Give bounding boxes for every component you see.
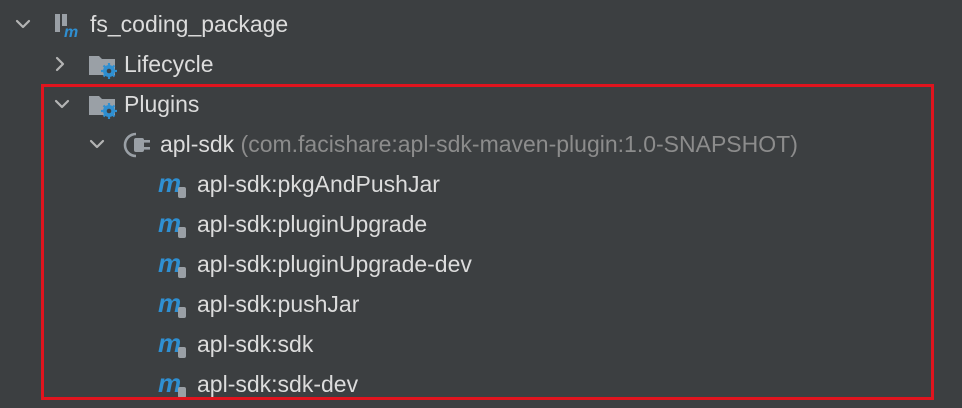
tree-node-label: Lifecycle (124, 51, 214, 77)
goal-label: apl-sdk:pluginUpgrade (197, 211, 428, 237)
svg-text:m: m (158, 170, 181, 198)
svg-text:m: m (158, 210, 181, 238)
tree-node-root[interactable]: m fs_coding_package (0, 4, 962, 44)
plugin-name: apl-sdk (160, 131, 235, 157)
svg-text:m: m (64, 24, 78, 40)
plugin-coordinates: (com.facishare:apl-sdk-maven-plugin:1.0-… (240, 131, 798, 157)
tree-node-goal[interactable]: m apl-sdk:sdk-dev (0, 364, 962, 404)
maven-goal-icon: m (157, 168, 189, 200)
settings-folder-icon (87, 50, 119, 80)
svg-text:m: m (158, 290, 181, 318)
maven-goal-icon: m (157, 368, 189, 400)
tree-node-goal[interactable]: m apl-sdk:sdk (0, 324, 962, 364)
maven-goal-icon: m (157, 288, 189, 320)
svg-text:m: m (158, 330, 181, 358)
settings-folder-icon (87, 90, 119, 120)
tree-node-lifecycle[interactable]: Lifecycle (0, 44, 962, 84)
plugin-icon (121, 130, 153, 160)
chevron-down-icon[interactable] (51, 93, 73, 115)
maven-goal-icon: m (157, 328, 189, 360)
tree-node-goal[interactable]: m apl-sdk:pushJar (0, 284, 962, 324)
svg-text:m: m (158, 250, 181, 278)
tree-node-goal[interactable]: m apl-sdk:pluginUpgrade-dev (0, 244, 962, 284)
tree-node-goal[interactable]: m apl-sdk:pkgAndPushJar (0, 164, 962, 204)
maven-goal-icon: m (157, 248, 189, 280)
svg-text:m: m (158, 370, 181, 398)
tree-node-label: fs_coding_package (90, 11, 289, 37)
tree-node-label: Plugins (124, 91, 200, 117)
tree-node-goal[interactable]: m apl-sdk:pluginUpgrade (0, 204, 962, 244)
tree-node-label: apl-sdk (com.facishare:apl-sdk-maven-plu… (160, 131, 798, 157)
chevron-down-icon[interactable] (86, 133, 108, 155)
goal-label: apl-sdk:pluginUpgrade-dev (197, 251, 472, 277)
tree-node-plugin-apl-sdk[interactable]: apl-sdk (com.facishare:apl-sdk-maven-plu… (0, 124, 962, 164)
goal-label: apl-sdk:pkgAndPushJar (197, 171, 440, 197)
chevron-down-icon[interactable] (12, 13, 34, 35)
goal-label: apl-sdk:sdk (197, 331, 314, 357)
goal-label: apl-sdk:sdk-dev (197, 371, 359, 397)
maven-goal-icon: m (157, 208, 189, 240)
maven-module-icon: m (52, 10, 84, 41)
tree-node-plugins[interactable]: Plugins (0, 84, 962, 124)
goal-label: apl-sdk:pushJar (197, 291, 360, 317)
chevron-right-icon[interactable] (49, 53, 71, 75)
